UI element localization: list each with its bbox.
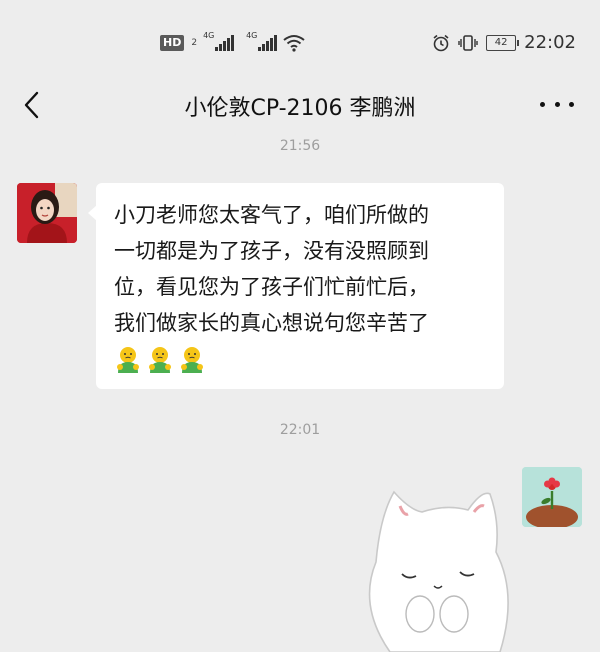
- vibrate-icon: [458, 34, 478, 51]
- emoji-row: [114, 345, 206, 373]
- avatar[interactable]: [522, 467, 582, 527]
- message-timestamp: 21:56: [279, 138, 321, 154]
- avatar[interactable]: [17, 183, 77, 243]
- wifi-icon: [283, 35, 305, 52]
- more-dots-icon[interactable]: [540, 92, 574, 116]
- status-left: HD 2 4G 4G: [160, 31, 305, 52]
- alarm-icon: [433, 34, 449, 51]
- message-text: 小刀老师您太客气了，咱们所做的 一切都是为了孩子，没有没照顾到 位，看见您为了孩…: [114, 203, 429, 335]
- bowing-emoji-icon: [181, 347, 203, 373]
- bowing-emoji-icon: [117, 347, 139, 373]
- signal-label: 4G: [203, 31, 215, 40]
- message-timestamp: 22:01: [279, 422, 321, 438]
- status-bar: HD 2 4G 4G 42 22:02: [0, 0, 600, 88]
- status-right: 42 22:02: [432, 32, 576, 53]
- white-cat-sticker[interactable]: [350, 476, 520, 652]
- signal-label: 4G: [246, 31, 258, 40]
- hd-volte-icon: HD: [160, 35, 185, 51]
- signal-4g-icon: 4G: [203, 31, 235, 51]
- hd-sub-label: 2: [191, 38, 198, 48]
- chat-title: 小伦敦CP-2106 李鹏洲: [184, 96, 416, 121]
- chat-header: 小伦敦CP-2106 李鹏洲: [0, 80, 600, 132]
- signal-4g-icon: 4G: [246, 31, 278, 51]
- message-bubble[interactable]: 小刀老师您太客气了，咱们所做的 一切都是为了孩子，没有没照顾到 位，看见您为了孩…: [88, 183, 504, 389]
- status-time: 22:02: [524, 32, 576, 53]
- chat-screen: HD 2 4G 4G 42 22:02 小伦敦CP-2106 李鹏洲 21:56…: [0, 0, 600, 652]
- battery-icon: 42: [486, 34, 520, 51]
- bowing-emoji-icon: [149, 347, 171, 373]
